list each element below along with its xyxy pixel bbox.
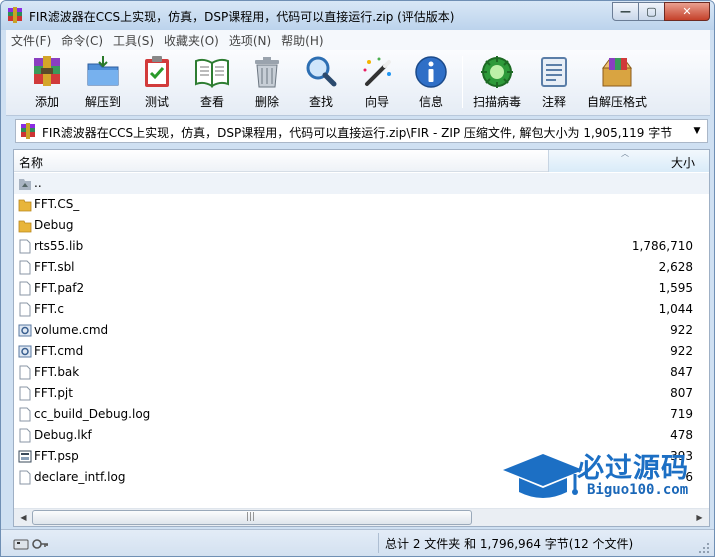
app-window: FIR滤波器在CCS上实现，仿真，DSP课程用，代码可以直接运行.zip (评估… <box>0 0 715 557</box>
trash-icon <box>255 57 279 88</box>
list-item[interactable]: FFT.sbl 2,628 <box>14 257 709 278</box>
title-bar[interactable]: FIR滤波器在CCS上实现，仿真，DSP课程用，代码可以直接运行.zip (评估… <box>1 1 714 30</box>
menu-options[interactable]: 选项(N) <box>224 32 276 49</box>
wizard-button[interactable]: 向导 <box>349 54 405 112</box>
file-icon <box>19 407 31 422</box>
close-button[interactable]: ✕ <box>664 2 710 21</box>
list-item[interactable]: FFT.pjt 807 <box>14 383 709 404</box>
toolbar-separator <box>462 56 463 108</box>
test-clipboard-icon <box>145 56 169 87</box>
file-icon <box>19 239 31 254</box>
file-icon <box>19 281 31 296</box>
column-size-header[interactable]: ︿ 大小 <box>548 150 709 172</box>
file-icon <box>19 386 31 401</box>
list-item[interactable]: .. <box>14 173 709 194</box>
minimize-icon: — <box>620 5 631 18</box>
column-name-header[interactable]: 名称 <box>16 150 548 172</box>
sfx-button[interactable]: 自解压格式 <box>582 54 652 112</box>
parent-folder-icon <box>19 179 31 190</box>
cmd-file-icon <box>18 345 32 358</box>
file-icon <box>19 260 31 275</box>
list-header: 名称 ︿ 大小 <box>14 150 709 172</box>
add-archive-icon <box>34 56 60 86</box>
info-icon <box>415 56 447 88</box>
wizard-wand-icon <box>363 57 391 86</box>
comment-button[interactable]: 注释 <box>526 54 582 112</box>
file-icon <box>19 470 31 485</box>
virus-scan-icon <box>481 56 513 88</box>
menu-file[interactable]: 文件(F) <box>6 32 56 49</box>
scan-virus-button[interactable]: 扫描病毒 <box>469 54 525 112</box>
folder-icon <box>18 199 32 212</box>
minimize-button[interactable]: — <box>612 2 639 21</box>
list-item[interactable]: FFT.cmd 922 <box>14 341 709 362</box>
menu-command[interactable]: 命令(C) <box>56 32 108 49</box>
menu-bar: 文件(F) 命令(C) 工具(S) 收藏夹(O) 选项(N) 帮助(H) <box>6 30 710 50</box>
horizontal-scrollbar[interactable]: ◀ ||| ▶ <box>14 508 709 526</box>
list-item[interactable]: FFT.CS_ <box>14 194 709 215</box>
window-title: FIR滤波器在CCS上实现，仿真，DSP课程用，代码可以直接运行.zip (评估… <box>29 10 455 24</box>
toolbar: 添加 解压到 测试 查看 删除 查找 向导 信息 扫描病毒 注释 自解压格式 <box>6 50 710 116</box>
list-item[interactable]: FFT.paf2 1,595 <box>14 278 709 299</box>
winrar-icon <box>8 7 22 23</box>
extract-to-button[interactable]: 解压到 <box>75 54 131 112</box>
archive-path: FIR滤波器在CCS上实现，仿真，DSP课程用，代码可以直接运行.zip\FIR… <box>42 126 673 140</box>
menu-tools[interactable]: 工具(S) <box>108 32 159 49</box>
list-item[interactable]: Debug <box>14 215 709 236</box>
chevron-down-icon[interactable]: ▼ <box>690 124 704 138</box>
graduation-cap-icon <box>503 454 583 498</box>
test-button[interactable]: 测试 <box>129 54 185 112</box>
close-icon: ✕ <box>682 5 692 18</box>
info-button[interactable]: 信息 <box>403 54 459 112</box>
list-item[interactable]: Debug.lkf 478 <box>14 425 709 446</box>
view-button[interactable]: 查看 <box>184 54 240 112</box>
file-icon <box>19 302 31 317</box>
status-summary: 总计 2 文件夹 和 1,796,964 字节(12 个文件) <box>385 537 634 551</box>
cmd-file-icon <box>18 324 32 337</box>
list-item[interactable]: FFT.c 1,044 <box>14 299 709 320</box>
file-icon <box>19 365 31 380</box>
sort-ascending-icon: ︿ <box>621 149 629 158</box>
comment-icon <box>541 57 567 87</box>
status-divider <box>378 533 379 553</box>
folder-icon <box>18 220 32 233</box>
scrollbar-thumb[interactable]: ||| <box>32 510 472 525</box>
sfx-box-icon <box>602 58 632 87</box>
status-bar: 总计 2 文件夹 和 1,796,964 字节(12 个文件) <box>1 529 714 556</box>
scroll-left-icon[interactable]: ◀ <box>15 510 32 525</box>
add-button[interactable]: 添加 <box>19 54 75 112</box>
list-item[interactable]: cc_build_Debug.log 719 <box>14 404 709 425</box>
watermark-url: Biguo100.com <box>587 482 689 498</box>
watermark: 必过源码 Biguo100.com <box>501 446 707 508</box>
find-button[interactable]: 查找 <box>293 54 349 112</box>
list-item[interactable]: rts55.lib 1,786,710 <box>14 236 709 257</box>
file-icon <box>19 428 31 443</box>
scroll-right-icon[interactable]: ▶ <box>691 510 708 525</box>
list-item[interactable]: volume.cmd 922 <box>14 320 709 341</box>
list-item[interactable]: FFT.bak 847 <box>14 362 709 383</box>
extract-folder-icon <box>87 56 119 86</box>
menu-favorites[interactable]: 收藏夹(O) <box>159 32 224 49</box>
resize-grip-icon[interactable] <box>698 542 710 554</box>
maximize-icon: ▢ <box>646 5 657 18</box>
delete-button[interactable]: 删除 <box>239 54 295 112</box>
view-book-icon <box>195 58 229 88</box>
drive-key-icon <box>13 539 48 550</box>
archive-icon <box>21 123 35 139</box>
magnifier-icon <box>306 56 337 87</box>
grip-icon: ||| <box>246 512 256 522</box>
file-list: 名称 ︿ 大小 .. FFT.CS_ Debug rts55.lib 1,786… <box>13 149 710 527</box>
menu-help[interactable]: 帮助(H) <box>276 32 328 49</box>
watermark-title: 必过源码 <box>577 453 689 484</box>
maximize-button[interactable]: ▢ <box>638 2 665 21</box>
psp-file-icon <box>18 450 32 463</box>
address-bar[interactable]: FIR滤波器在CCS上实现，仿真，DSP课程用，代码可以直接运行.zip\FIR… <box>15 119 708 143</box>
